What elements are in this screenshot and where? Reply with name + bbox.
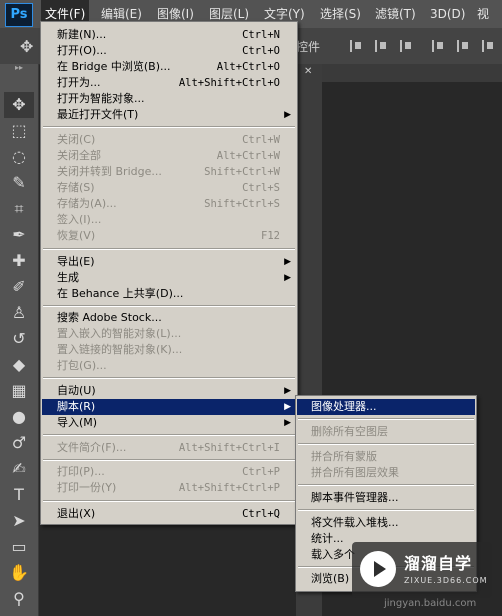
menu-item-save-as: 存储为(A)... Shift+Ctrl+S [57,197,280,210]
submenu-arrow-icon: ▶ [284,257,291,267]
photoshop-logo: Ps [5,3,33,27]
history-brush-tool-icon[interactable]: ↺ [4,326,34,352]
zoom-tool-icon[interactable]: ⚲ [4,586,34,612]
menu-filter[interactable]: 滤镜(T) [371,0,420,28]
menu-item-new[interactable]: 新建(N)... Ctrl+N [42,27,296,43]
move-icon[interactable]: ✥ [20,37,33,56]
submenu-arrow-icon: ▶ [284,386,291,396]
menu-separator [43,459,295,461]
align-bottom-icon[interactable] [482,40,496,52]
clone-stamp-tool-icon[interactable]: ♙ [4,300,34,326]
menu-item-import[interactable]: 导入(M) ▶ [42,415,296,431]
menu-item-open-recent[interactable]: 最近打开文件(T) ▶ [42,107,296,123]
align-left-icon[interactable] [350,40,364,52]
watermark-logo: 溜溜自学 ZIXUE.3D66.COM [352,542,492,598]
eyedropper-tool-icon[interactable]: ✒ [4,222,34,248]
quick-select-tool-icon[interactable]: ✎ [4,170,34,196]
brush-tool-icon[interactable]: ✐ [4,274,34,300]
play-icon [360,551,396,587]
menu-separator [298,443,474,445]
menu-item-search-adobe-stock[interactable]: 搜索 Adobe Stock... [42,310,296,326]
align-right-icon[interactable] [400,40,414,52]
menu-separator [298,418,474,420]
healing-brush-tool-icon[interactable]: ✚ [4,248,34,274]
menu-select[interactable]: 选择(S) [316,0,365,28]
options-fragment: 控件 [296,40,321,54]
dodge-tool-icon[interactable]: ♂ [4,430,34,456]
menu-separator [43,377,295,379]
lasso-tool-icon[interactable]: ◌ [4,144,34,170]
menu-item-check-in: 签入(I)... [57,213,102,226]
menu-separator [43,305,295,307]
pen-tool-icon[interactable]: ✍ [4,456,34,482]
align-center-icon[interactable] [375,40,389,52]
menu-item-close-go-bridge: 关闭并转到 Bridge... Shift+Ctrl+W [57,165,280,178]
menu-item-export[interactable]: 导出(E) ▶ [42,254,296,270]
menu-item-print: 打印(P)... Ctrl+P [57,465,280,478]
submenu-item-flatten-layer-effects: 拼合所有图层效果 [311,466,399,479]
menu-separator [298,509,474,511]
shape-tool-icon[interactable]: ▭ [4,534,34,560]
menu-item-share-behance[interactable]: 在 Behance 上共享(D)... [42,286,296,302]
document-tab-bar [322,64,502,82]
watermark-brand: 溜溜自学 [404,554,473,573]
menu-item-revert: 恢复(V) F12 [57,229,280,242]
move-tool-icon[interactable]: ✥ [4,92,34,118]
menu-item-automate[interactable]: 自动(U) ▶ [42,383,296,399]
submenu-arrow-icon: ▶ [284,402,291,412]
menu-separator [43,126,295,128]
menu-item-generate[interactable]: 生成 ▶ [42,270,296,286]
blur-tool-icon[interactable]: ● [4,404,34,430]
menu-separator [43,248,295,250]
submenu-item-delete-empty-layers: 删除所有空图层 [311,425,388,438]
menu-item-exit[interactable]: 退出(X) Ctrl+Q [42,506,296,522]
menu-item-package: 打包(G)... [57,359,107,372]
submenu-arrow-icon: ▶ [284,418,291,428]
menu-separator [43,500,295,502]
watermark-url: jingyan.baidu.com [384,598,477,609]
crop-tool-icon[interactable]: ⌗ [4,196,34,222]
eraser-tool-icon[interactable]: ◆ [4,352,34,378]
close-icon[interactable]: ✕ [304,66,312,77]
hand-tool-icon[interactable]: ✋ [4,560,34,586]
submenu-arrow-icon: ▶ [284,273,291,283]
menu-item-browse-in-bridge[interactable]: 在 Bridge 中浏览(B)... Alt+Ctrl+O [42,59,296,75]
gradient-tool-icon[interactable]: ▦ [4,378,34,404]
submenu-arrow-icon: ▶ [284,110,291,120]
menu-item-save: 存储(S) Ctrl+S [57,181,280,194]
menu-item-file-info: 文件简介(F)... Alt+Shift+Ctrl+I [57,441,280,454]
align-top-icon[interactable] [432,40,446,52]
menu-item-open-as-smart-object[interactable]: 打开为智能对象... [42,91,296,107]
type-tool-icon[interactable]: T [4,482,34,508]
file-menu: 新建(N)... Ctrl+N 打开(O)... Ctrl+O 在 Bridge 中… [40,21,298,525]
submenu-item-flatten-masks: 拼合所有蒙版 [311,450,377,463]
menu-item-close: 关闭(C) Ctrl+W [57,133,280,146]
menu-separator [43,434,295,436]
align-middle-icon[interactable] [457,40,471,52]
menu-item-scripts[interactable]: 脚本(R) ▶ [42,399,296,415]
menu-view[interactable]: 视图 [473,0,502,49]
menu-3d[interactable]: 3D(D) [426,0,469,28]
menu-item-place-embedded: 置入嵌入的智能对象(L)... [57,327,182,340]
grip-icon[interactable]: ▸▸ [0,64,38,72]
tools-panel: ▸▸ ✥ ⬚ ◌ ✎ ⌗ ✒ ✚ ✐ ♙ ↺ ◆ ▦ ● ♂ ✍ T ➤ ▭ ✋… [0,64,39,616]
menu-item-open[interactable]: 打开(O)... Ctrl+O [42,43,296,59]
watermark-domain: ZIXUE.3D66.COM [404,576,488,585]
submenu-item-script-events-manager[interactable]: 脚本事件管理器... [297,490,475,506]
menu-item-place-linked: 置入链接的智能对象(K)... [57,343,183,356]
submenu-item-load-files-into-stack[interactable]: 将文件载入堆栈... [297,515,475,531]
menu-item-open-as[interactable]: 打开为... Alt+Shift+Ctrl+O [42,75,296,91]
submenu-item-image-processor[interactable]: 图像处理器... [297,399,475,415]
marquee-tool-icon[interactable]: ⬚ [4,118,34,144]
path-select-tool-icon[interactable]: ➤ [4,508,34,534]
menu-item-print-one-copy: 打印一份(Y) Alt+Shift+Ctrl+P [57,481,280,494]
menu-separator [298,484,474,486]
menu-item-close-all: 关闭全部 Alt+Ctrl+W [57,149,280,162]
